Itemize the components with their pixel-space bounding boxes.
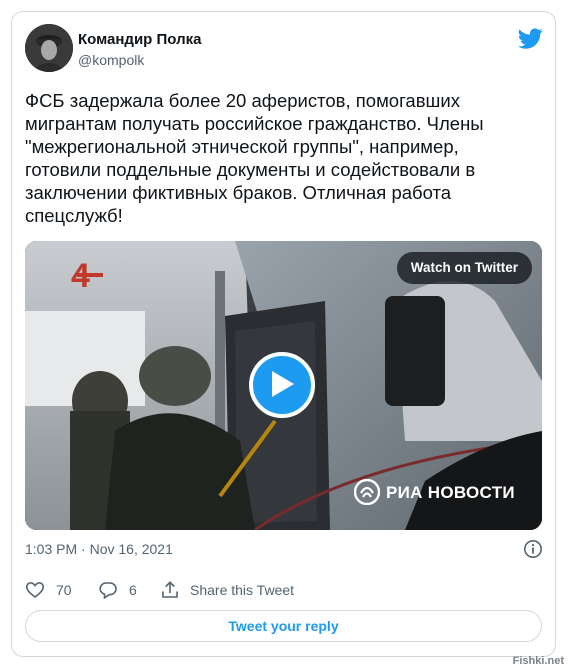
play-button[interactable] xyxy=(249,352,315,418)
share-label: Share this Tweet xyxy=(190,582,295,598)
play-icon xyxy=(272,371,294,397)
share-icon xyxy=(162,581,178,598)
author-name[interactable]: Командир Полка xyxy=(78,31,201,48)
author-handle[interactable]: @kompolk xyxy=(78,52,144,68)
watermark: Fishki.net xyxy=(512,655,564,667)
ria-logo-icon xyxy=(354,479,380,505)
tweet-timestamp[interactable]: 1:03 PM · Nov 16, 2021 xyxy=(25,541,173,557)
ria-logo-text: РИА НОВОСТИ xyxy=(386,483,515,502)
reply-count: 6 xyxy=(129,582,137,598)
avatar-photo-icon xyxy=(25,24,73,72)
like-count: 70 xyxy=(56,582,72,598)
reply-action[interactable]: 6 xyxy=(98,580,138,600)
twitter-bird-icon[interactable] xyxy=(518,26,543,51)
avatar[interactable] xyxy=(25,24,73,72)
tweet-card: Командир Полка @kompolk ФСБ задержала бо… xyxy=(11,11,556,657)
reply-bubble-icon xyxy=(99,582,117,600)
info-icon[interactable] xyxy=(523,539,543,559)
like-action[interactable]: 70 xyxy=(25,580,75,600)
watch-on-twitter-button[interactable]: Watch on Twitter xyxy=(396,252,532,284)
share-action[interactable]: Share this Tweet xyxy=(160,580,310,600)
tweet-reply-button[interactable]: Tweet your reply xyxy=(25,610,542,642)
video-player[interactable]: 4 Watch on Twitter РИА НОВОСТИ xyxy=(25,241,542,530)
heart-icon xyxy=(25,581,45,599)
tweet-text: ФСБ задержала более 20 аферистов, помога… xyxy=(25,90,489,226)
